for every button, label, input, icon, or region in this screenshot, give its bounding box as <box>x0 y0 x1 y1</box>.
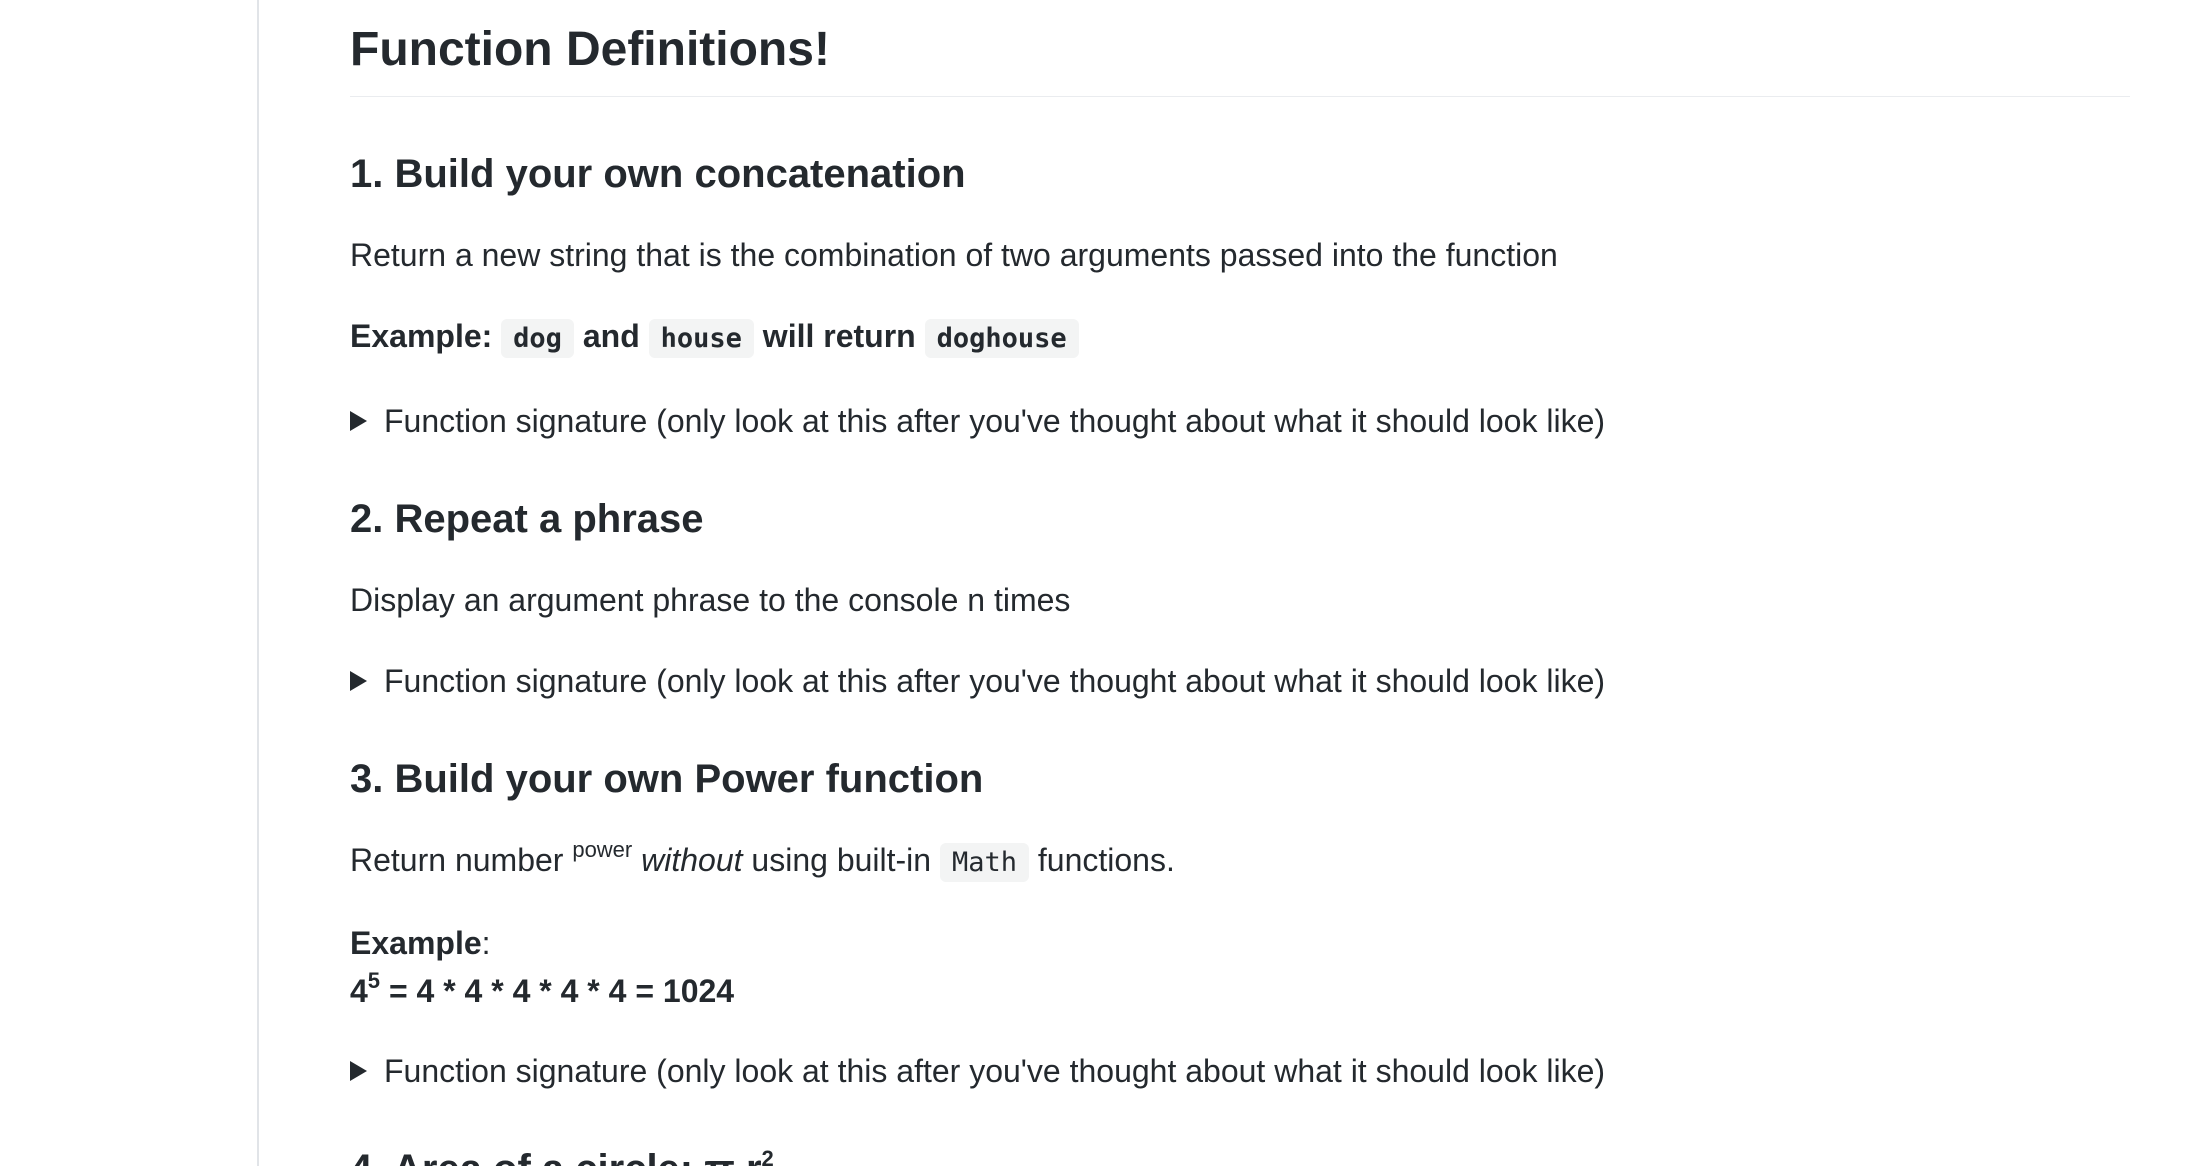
code-math: Math <box>939 843 1029 882</box>
example-equation: 45 = 4 * 4 * 4 * 4 * 4 = 1024 <box>350 968 735 1009</box>
details-toggle-repeat-phrase[interactable]: Function signature (only look at this af… <box>350 658 2130 704</box>
details-summary-label: Function signature (only look at this af… <box>384 663 1606 699</box>
details-toggle-power-function[interactable]: Function signature (only look at this af… <box>350 1048 2130 1094</box>
details-toggle-concatenation[interactable]: Function signature (only look at this af… <box>350 398 2130 444</box>
section-description-concatenation: Return a new string that is the combinat… <box>350 237 1558 273</box>
superscript-power: power <box>572 837 633 863</box>
emphasis-without: without <box>641 842 743 878</box>
example-label: Example: <box>350 318 493 354</box>
page-title: Function Definitions! <box>350 0 2130 97</box>
example-and: and <box>582 318 640 354</box>
example-concatenation: Example: dog and house will return dogho… <box>350 313 2130 362</box>
section-description-repeat-phrase: Display an argument phrase to the consol… <box>350 582 1071 618</box>
disclosure-triangle-icon <box>350 411 367 431</box>
section-heading-area-circle: 4. Area of a circle: π r2 <box>350 1145 774 1166</box>
details-summary-label: Function signature (only look at this af… <box>384 403 1606 439</box>
code-dog: dog <box>501 319 574 358</box>
left-sidebar-rail <box>0 0 259 1166</box>
page: Function Definitions! 1. Build your own … <box>0 0 2190 1166</box>
section-heading-repeat-phrase: 2. Repeat a phrase <box>350 497 704 541</box>
details-summary-label: Function signature (only look at this af… <box>384 1053 1606 1089</box>
section-heading-concatenation: 1. Build your own concatenation <box>350 152 966 196</box>
example-power-function: Example: 45 = 4 * 4 * 4 * 4 * 4 = 1024 <box>350 925 735 1009</box>
section-heading-power-function: 3. Build your own Power function <box>350 757 984 801</box>
disclosure-triangle-icon <box>350 1061 367 1081</box>
section-description-power-function: Return number power without using built-… <box>350 837 2130 886</box>
code-doghouse: doghouse <box>924 319 1079 358</box>
example-label: Example <box>350 925 482 961</box>
example-will-return: will return <box>762 318 916 354</box>
markdown-body: Function Definitions! 1. Build your own … <box>350 0 2130 1166</box>
disclosure-triangle-icon <box>350 671 367 691</box>
code-house: house <box>648 319 754 358</box>
